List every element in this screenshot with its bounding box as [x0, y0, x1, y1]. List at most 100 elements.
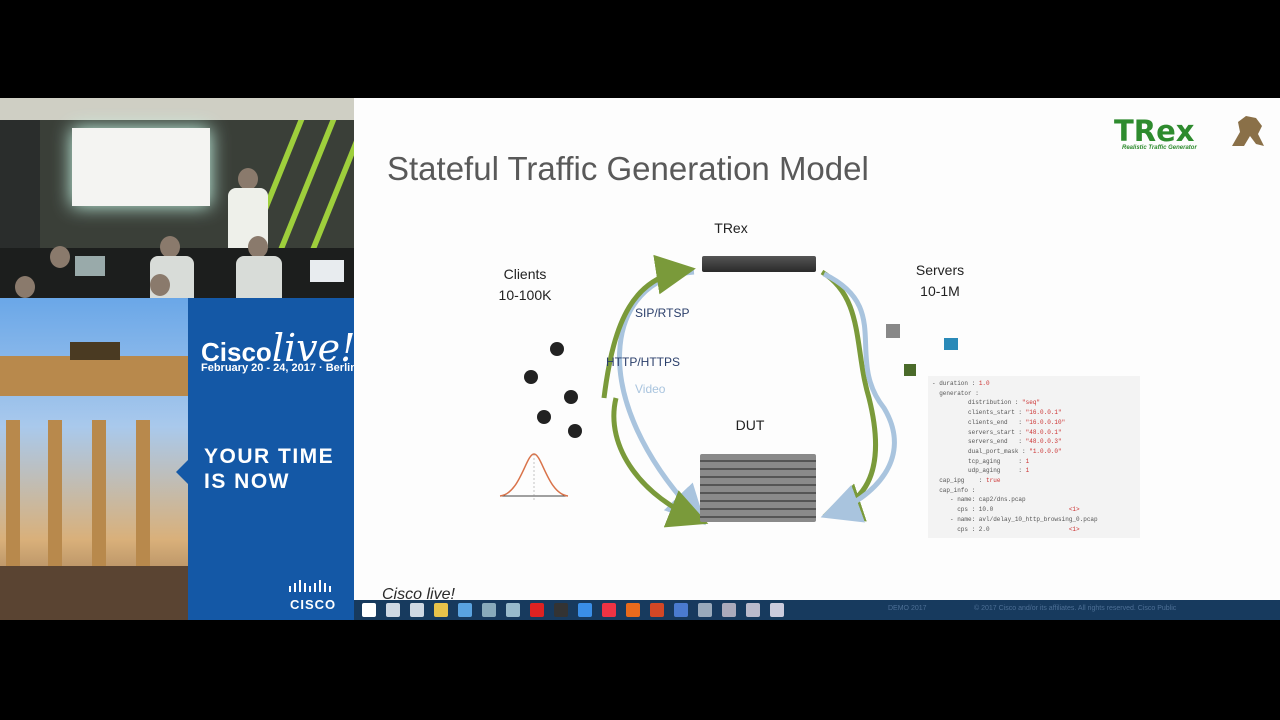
- code-line: dual_port_mask : "1.0.0.0": [932, 447, 1140, 457]
- code-value: "16.0.0.1": [1025, 409, 1062, 417]
- cisco-live-watermark: Cisco live!: [382, 586, 455, 603]
- app-icon[interactable]: [722, 603, 736, 617]
- acrobat-icon[interactable]: [530, 603, 544, 617]
- app-icon[interactable]: [746, 603, 760, 617]
- terminal-icon[interactable]: [554, 603, 568, 617]
- code-value: true: [986, 477, 1001, 485]
- trex-label: TRex: [714, 220, 748, 236]
- gate-column: [6, 420, 20, 570]
- gate-column: [136, 420, 150, 570]
- app-icon[interactable]: [674, 603, 688, 617]
- code-line: cps : 2.0 <1>: [932, 525, 1140, 535]
- server-domain-icon: [886, 324, 900, 338]
- brandenburg-gate-image: [0, 298, 188, 620]
- search-icon[interactable]: [386, 603, 400, 617]
- code-value: 1: [1025, 467, 1030, 475]
- store-icon[interactable]: [458, 603, 472, 617]
- task-view-icon[interactable]: [410, 603, 424, 617]
- code-lines: - duration : 1.0 generator : distributio…: [928, 376, 1140, 534]
- cisco-wordmark: CISCO: [290, 597, 337, 612]
- windows-taskbar: DEMO 2017 © 2017 Cisco and/or its affili…: [354, 600, 1280, 620]
- event-tagline: YOUR TIME IS NOW: [204, 445, 335, 493]
- protocol-sip-rtsp: SIP/RTSP: [635, 306, 690, 320]
- office-icon[interactable]: [626, 603, 640, 617]
- code-value: <1>: [1068, 525, 1080, 533]
- gate-column: [92, 420, 106, 570]
- tray-text: DEMO 2017: [888, 605, 927, 612]
- app-icon[interactable]: [770, 603, 784, 617]
- server-computer-icon: [944, 338, 958, 350]
- code-key: servers_end :: [932, 438, 1026, 446]
- app-icon[interactable]: [506, 603, 520, 617]
- ie-icon[interactable]: [578, 603, 592, 617]
- start-icon[interactable]: [362, 603, 376, 617]
- code-line: cap_ipg : true: [932, 476, 1140, 486]
- code-value: <1>: [1068, 506, 1080, 514]
- speaker-camera-feed: [0, 98, 354, 298]
- protocol-http-https: HTTP/HTTPS: [606, 355, 680, 369]
- code-key: - name: cap2/dns.pcap: [932, 496, 1026, 504]
- code-line: distribution : "seq": [932, 398, 1140, 408]
- user-icon: [524, 370, 538, 384]
- audience-member-body: [236, 256, 282, 298]
- audience-member: [50, 246, 70, 268]
- quadriga: [70, 342, 120, 360]
- projection-screen: [72, 128, 210, 206]
- speaker-head: [238, 168, 258, 190]
- code-key: servers_start :: [932, 428, 1026, 436]
- powerpoint-icon[interactable]: [650, 603, 664, 617]
- gate-attic: [0, 356, 188, 396]
- server-site-icon: [904, 364, 916, 376]
- app-icon[interactable]: [482, 603, 496, 617]
- code-key: cap_ipg :: [932, 477, 987, 485]
- traffic-flow-arrows: [601, 254, 897, 528]
- protocol-video: Video: [635, 382, 666, 396]
- code-line: clients_start : "16.0.0.1": [932, 408, 1140, 418]
- app-icon[interactable]: [698, 603, 712, 617]
- explorer-icon[interactable]: [434, 603, 448, 617]
- code-key: dual_port_mask :: [932, 447, 1030, 455]
- audience-member: [160, 236, 180, 258]
- code-value: 1.0: [978, 380, 990, 387]
- user-icon: [550, 342, 564, 356]
- distribution-curve-icon: [499, 453, 569, 500]
- code-value: "16.0.0.10": [1025, 418, 1066, 426]
- audience-member: [15, 276, 35, 298]
- code-line: - name: avl/delay_10_http_browsing_0.pca…: [932, 515, 1140, 525]
- code-value: "seq": [1022, 399, 1041, 407]
- servers-title: Servers: [915, 262, 965, 278]
- code-line: - name: cap2/dns.pcap: [932, 495, 1140, 505]
- code-key: - name: avl/delay_10_http_browsing_0.pca…: [932, 515, 1098, 523]
- code-line: generator :: [932, 389, 1140, 399]
- arrow-right-green: [820, 269, 879, 522]
- presentation-slide: Stateful Traffic Generation Model TRex R…: [354, 98, 1280, 600]
- gate-column: [48, 420, 62, 570]
- servers-range: 10-1M: [920, 283, 960, 299]
- code-value: "1.0.0.0": [1029, 447, 1062, 455]
- code-line: cap_info :: [932, 486, 1140, 496]
- audience-member: [150, 274, 170, 296]
- code-value: "48.0.0.3": [1025, 438, 1062, 446]
- code-key: - duration :: [932, 380, 979, 387]
- code-value: 1: [1025, 457, 1030, 465]
- tray-copyright: © 2017 Cisco and/or its affiliates. All …: [974, 605, 1177, 612]
- code-line: cps : 10.0 <1>: [932, 505, 1140, 515]
- code-line: tcp_aging : 1: [932, 457, 1140, 467]
- event-date: February 20 - 24, 2017 · Berlin: [201, 362, 357, 374]
- code-line: udp_aging : 1: [932, 466, 1140, 476]
- dut-router-device: [700, 454, 816, 522]
- user-icon: [564, 390, 578, 404]
- code-key: cap_info :: [932, 486, 976, 494]
- code-key: udp_aging :: [932, 467, 1026, 475]
- clients-range: 10-100K: [498, 287, 552, 303]
- panel-arrow: [176, 460, 188, 484]
- code-key: clients_end :: [932, 418, 1026, 426]
- code-line: clients_end : "16.0.0.10": [932, 418, 1140, 428]
- arrow-right-blue: [820, 271, 897, 523]
- cisco-bars-icon: [288, 580, 342, 594]
- chrome-icon[interactable]: [602, 603, 616, 617]
- clients-title: Clients: [503, 266, 547, 282]
- trex-server-device: [702, 256, 816, 272]
- code-key: cps : 2.0: [932, 525, 1069, 533]
- code-key: distribution :: [932, 399, 1023, 407]
